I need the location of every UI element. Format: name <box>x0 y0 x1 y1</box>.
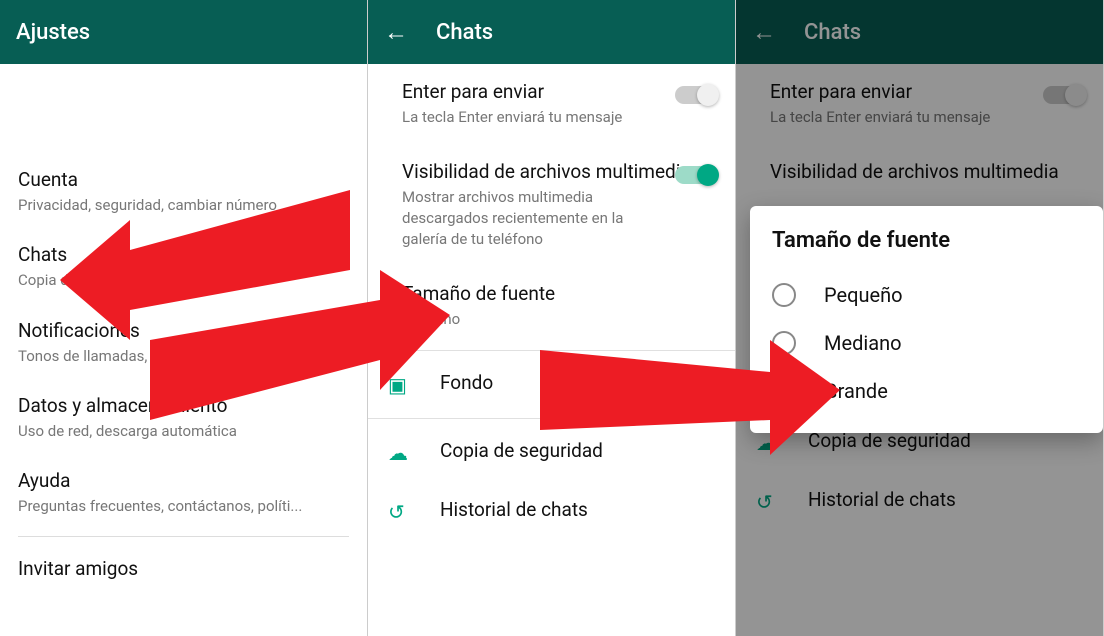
row-title: Invitar amigos <box>18 557 349 580</box>
toggle-enter[interactable] <box>675 86 717 104</box>
toggle-media[interactable] <box>675 166 717 184</box>
header-ajustes: Ajustes <box>0 0 367 64</box>
header-chats: ← Chats <box>368 0 735 64</box>
history-icon: ↺ <box>388 500 405 524</box>
radio-icon <box>772 283 796 307</box>
screen-fontsize-dialog: ← Chats Enter para enviar La tecla Enter… <box>736 0 1104 636</box>
row-history[interactable]: ↺ Historial de chats <box>368 482 735 541</box>
row-enter-to-send[interactable]: Enter para enviar La tecla Enter enviará… <box>368 64 735 144</box>
annotation-arrow-3 <box>540 320 840 490</box>
option-label: Pequeño <box>824 283 903 307</box>
annotation-arrow-2 <box>150 270 450 440</box>
row-sub: La tecla Enter enviará tu mensaje <box>402 107 662 128</box>
row-sub: Mostrar archivos multimedia descargados … <box>402 187 662 250</box>
cloud-upload-icon: ☁ <box>388 441 408 465</box>
row-title: Historial de chats <box>440 498 715 521</box>
back-icon[interactable]: ← <box>384 18 408 47</box>
dialog-title: Tamaño de fuente <box>772 228 1081 253</box>
row-invitar[interactable]: Invitar amigos <box>0 543 367 598</box>
row-title: Ayuda <box>18 469 349 492</box>
row-title: Enter para enviar <box>402 80 715 103</box>
row-media-visibility[interactable]: Visibilidad de archivos multimedia Mostr… <box>368 144 735 266</box>
option-pequeno[interactable]: Pequeño <box>772 271 1081 319</box>
header-title: Ajustes <box>16 20 90 45</box>
divider <box>18 536 349 537</box>
row-title: Visibilidad de archivos multimedia <box>402 160 715 183</box>
spacer <box>0 64 367 154</box>
header-title: Chats <box>436 20 493 45</box>
row-ayuda[interactable]: Ayuda Preguntas frecuentes, contáctanos,… <box>0 455 367 530</box>
row-sub: Preguntas frecuentes, contáctanos, polít… <box>18 496 349 516</box>
